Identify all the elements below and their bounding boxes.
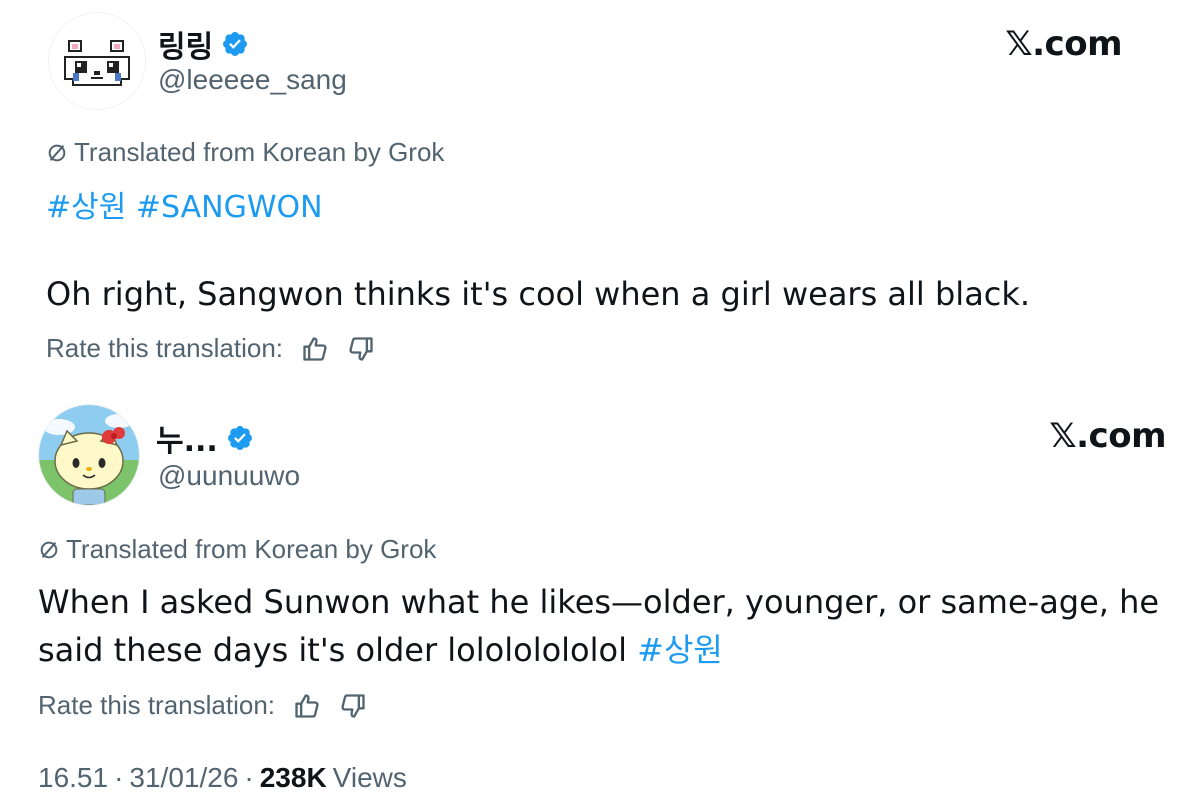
translate-icon	[46, 142, 68, 164]
pixel-hamster-icon	[49, 13, 145, 109]
verified-badge-icon	[221, 30, 249, 58]
x-logo-label[interactable]: 𝕏.com	[1005, 24, 1122, 64]
display-name[interactable]: 링링	[158, 22, 249, 66]
tweet-time[interactable]: 16.51	[38, 762, 108, 794]
translation-notice-text: Translated from Korean by Grok	[66, 534, 437, 564]
thumbs-up-icon[interactable]	[293, 692, 321, 720]
hashtag-link[interactable]: #SANGWON	[136, 190, 323, 225]
tweet-text-line-content: said these days it's older lolololololol	[38, 631, 627, 669]
views-label: Views	[332, 762, 407, 793]
hashtag-line: #상원 #SANGWON	[46, 182, 323, 226]
x-logo-label[interactable]: 𝕏.com	[1049, 416, 1166, 456]
tweet-text: When I asked Sunwon what he likes—older,…	[38, 578, 1178, 674]
views-count: 238K	[259, 762, 327, 793]
tweet-text-line: said these days it's older lolololololol…	[38, 626, 1178, 674]
avatar[interactable]	[38, 404, 140, 506]
tweet-meta: 16.51 · 31/01/26 · 238K Views	[38, 762, 407, 794]
tweet-text: Oh right, Sangwon thinks it's cool when …	[46, 275, 1031, 313]
user-handle[interactable]: @uunuuwo	[158, 460, 300, 492]
hashtag-link[interactable]: #상원	[46, 190, 126, 225]
display-name-text: 링링	[158, 30, 214, 65]
rate-translation-row: Rate this translation:	[46, 333, 375, 364]
verified-badge-icon	[226, 424, 254, 452]
hello-kitty-style-character-icon	[39, 405, 139, 505]
rate-translation-label: Rate this translation:	[38, 690, 276, 720]
rate-translation-label: Rate this translation:	[46, 333, 284, 363]
meta-separator: ·	[114, 762, 124, 793]
rate-translation-row: Rate this translation:	[38, 690, 367, 721]
avatar[interactable]	[48, 12, 146, 110]
display-name[interactable]: 누...	[156, 416, 254, 460]
translation-notice-text: Translated from Korean by Grok	[74, 137, 445, 167]
tweet-date[interactable]: 31/01/26	[129, 762, 238, 794]
thumbs-up-icon[interactable]	[301, 335, 329, 363]
meta-separator: ·	[244, 762, 254, 793]
thumbs-down-icon[interactable]	[339, 692, 367, 720]
translate-icon	[38, 539, 60, 561]
thumbs-down-icon[interactable]	[347, 335, 375, 363]
display-name-text: 누...	[156, 424, 218, 459]
hashtag-link[interactable]: #상원	[637, 631, 723, 669]
tweet-text-line: When I asked Sunwon what he likes—older,…	[38, 583, 1160, 621]
translation-notice: Translated from Korean by Grok	[46, 137, 444, 168]
translation-notice: Translated from Korean by Grok	[38, 534, 436, 565]
user-handle[interactable]: @leeeee_sang	[158, 64, 347, 96]
